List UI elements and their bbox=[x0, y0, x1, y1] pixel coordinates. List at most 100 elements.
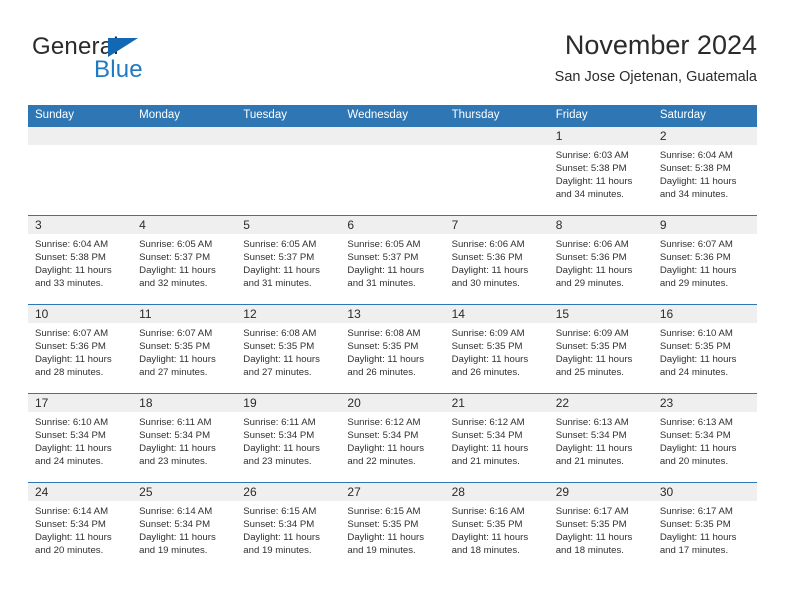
sunrise-text: Sunrise: 6:08 AM bbox=[243, 328, 317, 339]
day-cell[interactable]: 2 Sunrise: 6:04 AM Sunset: 5:38 PM Dayli… bbox=[652, 127, 757, 215]
day-number: 1 bbox=[555, 129, 563, 143]
daylight-text-line1: Daylight: 11 hours bbox=[451, 354, 529, 366]
sunrise-text: Sunrise: 6:09 AM bbox=[555, 328, 629, 339]
day-cell[interactable]: 1 Sunrise: 6:03 AM Sunset: 5:38 PM Dayli… bbox=[548, 127, 653, 215]
sunset-text: Sunset: 5:34 PM bbox=[139, 430, 211, 442]
day-number: 11 bbox=[139, 307, 152, 321]
day-cell[interactable]: 12 Sunrise: 6:08 AM Sunset: 5:35 PM Dayl… bbox=[236, 305, 341, 393]
daylight-text-line1: Daylight: 11 hours bbox=[139, 443, 216, 455]
day-cell bbox=[236, 127, 341, 215]
day-cell[interactable]: 14 Sunrise: 6:09 AM Sunset: 5:35 PM Dayl… bbox=[444, 305, 549, 393]
day-details: Sunrise: 6:07 AM Sunset: 5:36 PM Dayligh… bbox=[653, 234, 757, 290]
day-number: 27 bbox=[347, 485, 361, 499]
day-number: 9 bbox=[659, 218, 667, 232]
day-cell[interactable]: 5 Sunrise: 6:05 AM Sunset: 5:37 PM Dayli… bbox=[236, 216, 341, 304]
sunset-text: Sunset: 5:37 PM bbox=[139, 252, 211, 264]
day-details: Sunrise: 6:09 AM Sunset: 5:35 PM Dayligh… bbox=[445, 323, 549, 379]
daylight-text-line1: Daylight: 11 hours bbox=[35, 265, 112, 277]
day-cell[interactable]: 3 Sunrise: 6:04 AM Sunset: 5:38 PM Dayli… bbox=[28, 216, 133, 304]
day-details: Sunrise: 6:12 AM Sunset: 5:34 PM Dayligh… bbox=[445, 412, 549, 468]
sunrise-text: Sunrise: 6:04 AM bbox=[659, 150, 733, 161]
sunrise-text: Sunrise: 6:12 AM bbox=[347, 417, 421, 428]
day-number: 10 bbox=[35, 307, 49, 321]
day-cell[interactable]: 9 Sunrise: 6:07 AM Sunset: 5:36 PM Dayli… bbox=[652, 216, 757, 304]
day-cell[interactable]: 10 Sunrise: 6:07 AM Sunset: 5:36 PM Dayl… bbox=[28, 305, 133, 393]
sunset-text: Sunset: 5:34 PM bbox=[35, 430, 106, 442]
daylight-text-line1: Daylight: 11 hours bbox=[243, 443, 320, 455]
day-cell[interactable]: 13 Sunrise: 6:08 AM Sunset: 5:35 PM Dayl… bbox=[340, 305, 445, 393]
daylight-text-line2: and 17 minutes. bbox=[659, 545, 729, 557]
daylight-text-line1: Daylight: 11 hours bbox=[451, 265, 529, 277]
daylight-text-line1: Daylight: 11 hours bbox=[451, 532, 529, 544]
week-row: 10 Sunrise: 6:07 AM Sunset: 5:36 PM Dayl… bbox=[28, 304, 757, 393]
day-cell[interactable]: 21 Sunrise: 6:12 AM Sunset: 5:34 PM Dayl… bbox=[444, 394, 549, 482]
day-cell[interactable]: 6 Sunrise: 6:05 AM Sunset: 5:37 PM Dayli… bbox=[340, 216, 445, 304]
general-blue-logo[interactable]: General Blue bbox=[32, 34, 252, 92]
day-number: 8 bbox=[555, 218, 563, 232]
day-cell[interactable]: 26 Sunrise: 6:15 AM Sunset: 5:34 PM Dayl… bbox=[236, 483, 341, 571]
sunset-text: Sunset: 5:36 PM bbox=[35, 341, 106, 353]
day-details: Sunrise: 6:05 AM Sunset: 5:37 PM Dayligh… bbox=[132, 234, 236, 290]
day-cell[interactable]: 15 Sunrise: 6:09 AM Sunset: 5:35 PM Dayl… bbox=[548, 305, 653, 393]
day-cell[interactable]: 8 Sunrise: 6:06 AM Sunset: 5:36 PM Dayli… bbox=[548, 216, 653, 304]
day-number: 19 bbox=[243, 396, 257, 410]
day-number: 21 bbox=[451, 396, 465, 410]
sunrise-text: Sunrise: 6:10 AM bbox=[35, 417, 109, 428]
sunset-text: Sunset: 5:34 PM bbox=[243, 430, 315, 442]
daylight-text-line1: Daylight: 11 hours bbox=[35, 443, 112, 455]
day-cell[interactable]: 30 Sunrise: 6:17 AM Sunset: 5:35 PM Dayl… bbox=[652, 483, 757, 571]
day-details: Sunrise: 6:05 AM Sunset: 5:37 PM Dayligh… bbox=[236, 234, 340, 290]
daylight-text-line1: Daylight: 11 hours bbox=[659, 354, 737, 366]
day-number: 13 bbox=[347, 307, 361, 321]
day-details: Sunrise: 6:15 AM Sunset: 5:35 PM Dayligh… bbox=[340, 501, 444, 557]
day-number: 7 bbox=[451, 218, 459, 232]
sunset-text: Sunset: 5:36 PM bbox=[555, 252, 627, 264]
daylight-text-line2: and 20 minutes. bbox=[35, 545, 104, 557]
day-cell[interactable]: 23 Sunrise: 6:13 AM Sunset: 5:34 PM Dayl… bbox=[652, 394, 757, 482]
day-cell[interactable]: 7 Sunrise: 6:06 AM Sunset: 5:36 PM Dayli… bbox=[444, 216, 549, 304]
day-cell[interactable]: 11 Sunrise: 6:07 AM Sunset: 5:35 PM Dayl… bbox=[132, 305, 237, 393]
day-details bbox=[445, 145, 549, 149]
sunset-text: Sunset: 5:35 PM bbox=[555, 341, 627, 353]
day-cell[interactable]: 16 Sunrise: 6:10 AM Sunset: 5:35 PM Dayl… bbox=[652, 305, 757, 393]
day-cell[interactable]: 19 Sunrise: 6:11 AM Sunset: 5:34 PM Dayl… bbox=[236, 394, 341, 482]
day-number: 18 bbox=[139, 396, 153, 410]
day-cell[interactable]: 18 Sunrise: 6:11 AM Sunset: 5:34 PM Dayl… bbox=[132, 394, 237, 482]
day-number: 5 bbox=[243, 218, 250, 232]
day-number: 15 bbox=[555, 307, 570, 321]
sunset-text: Sunset: 5:34 PM bbox=[659, 430, 731, 442]
sunrise-text: Sunrise: 6:11 AM bbox=[139, 417, 212, 428]
day-details: Sunrise: 6:14 AM Sunset: 5:34 PM Dayligh… bbox=[28, 501, 132, 557]
day-cell[interactable]: 27 Sunrise: 6:15 AM Sunset: 5:35 PM Dayl… bbox=[340, 483, 445, 571]
daylight-text-line2: and 28 minutes. bbox=[35, 367, 104, 379]
day-cell[interactable]: 29 Sunrise: 6:17 AM Sunset: 5:35 PM Dayl… bbox=[548, 483, 653, 571]
daylight-text-line2: and 27 minutes. bbox=[139, 367, 208, 379]
day-cell[interactable]: 4 Sunrise: 6:05 AM Sunset: 5:37 PM Dayli… bbox=[132, 216, 237, 304]
daylight-text-line1: Daylight: 11 hours bbox=[243, 265, 320, 277]
day-details: Sunrise: 6:17 AM Sunset: 5:35 PM Dayligh… bbox=[549, 501, 653, 557]
daylight-text-line1: Daylight: 11 hours bbox=[347, 532, 425, 544]
sunset-text: Sunset: 5:35 PM bbox=[243, 341, 315, 353]
sunrise-text: Sunrise: 6:05 AM bbox=[139, 239, 213, 250]
day-cell[interactable]: 24 Sunrise: 6:14 AM Sunset: 5:34 PM Dayl… bbox=[28, 483, 133, 571]
day-cell[interactable]: 17 Sunrise: 6:10 AM Sunset: 5:34 PM Dayl… bbox=[28, 394, 133, 482]
day-cell[interactable]: 28 Sunrise: 6:16 AM Sunset: 5:35 PM Dayl… bbox=[444, 483, 549, 571]
daylight-text-line2: and 18 minutes. bbox=[555, 545, 624, 557]
week-row: 1 Sunrise: 6:03 AM Sunset: 5:38 PM Dayli… bbox=[28, 126, 757, 215]
daylight-text-line2: and 32 minutes. bbox=[139, 278, 208, 290]
day-details: Sunrise: 6:09 AM Sunset: 5:35 PM Dayligh… bbox=[549, 323, 653, 379]
weekday-header-sunday: Sunday bbox=[35, 109, 75, 121]
day-cell[interactable]: 22 Sunrise: 6:13 AM Sunset: 5:34 PM Dayl… bbox=[548, 394, 653, 482]
daylight-text-line2: and 25 minutes. bbox=[555, 367, 624, 379]
daylight-text-line1: Daylight: 11 hours bbox=[659, 176, 737, 188]
sunset-text: Sunset: 5:34 PM bbox=[451, 430, 523, 442]
day-cell[interactable]: 20 Sunrise: 6:12 AM Sunset: 5:34 PM Dayl… bbox=[340, 394, 445, 482]
sunrise-text: Sunrise: 6:05 AM bbox=[347, 239, 421, 250]
daylight-text-line2: and 34 minutes. bbox=[555, 189, 624, 201]
daylight-text-line1: Daylight: 11 hours bbox=[35, 354, 112, 366]
day-details bbox=[132, 145, 236, 149]
week-row: 17 Sunrise: 6:10 AM Sunset: 5:34 PM Dayl… bbox=[28, 393, 757, 482]
day-cell[interactable]: 25 Sunrise: 6:14 AM Sunset: 5:34 PM Dayl… bbox=[132, 483, 237, 571]
daylight-text-line1: Daylight: 11 hours bbox=[659, 443, 737, 455]
day-cell bbox=[132, 127, 237, 215]
